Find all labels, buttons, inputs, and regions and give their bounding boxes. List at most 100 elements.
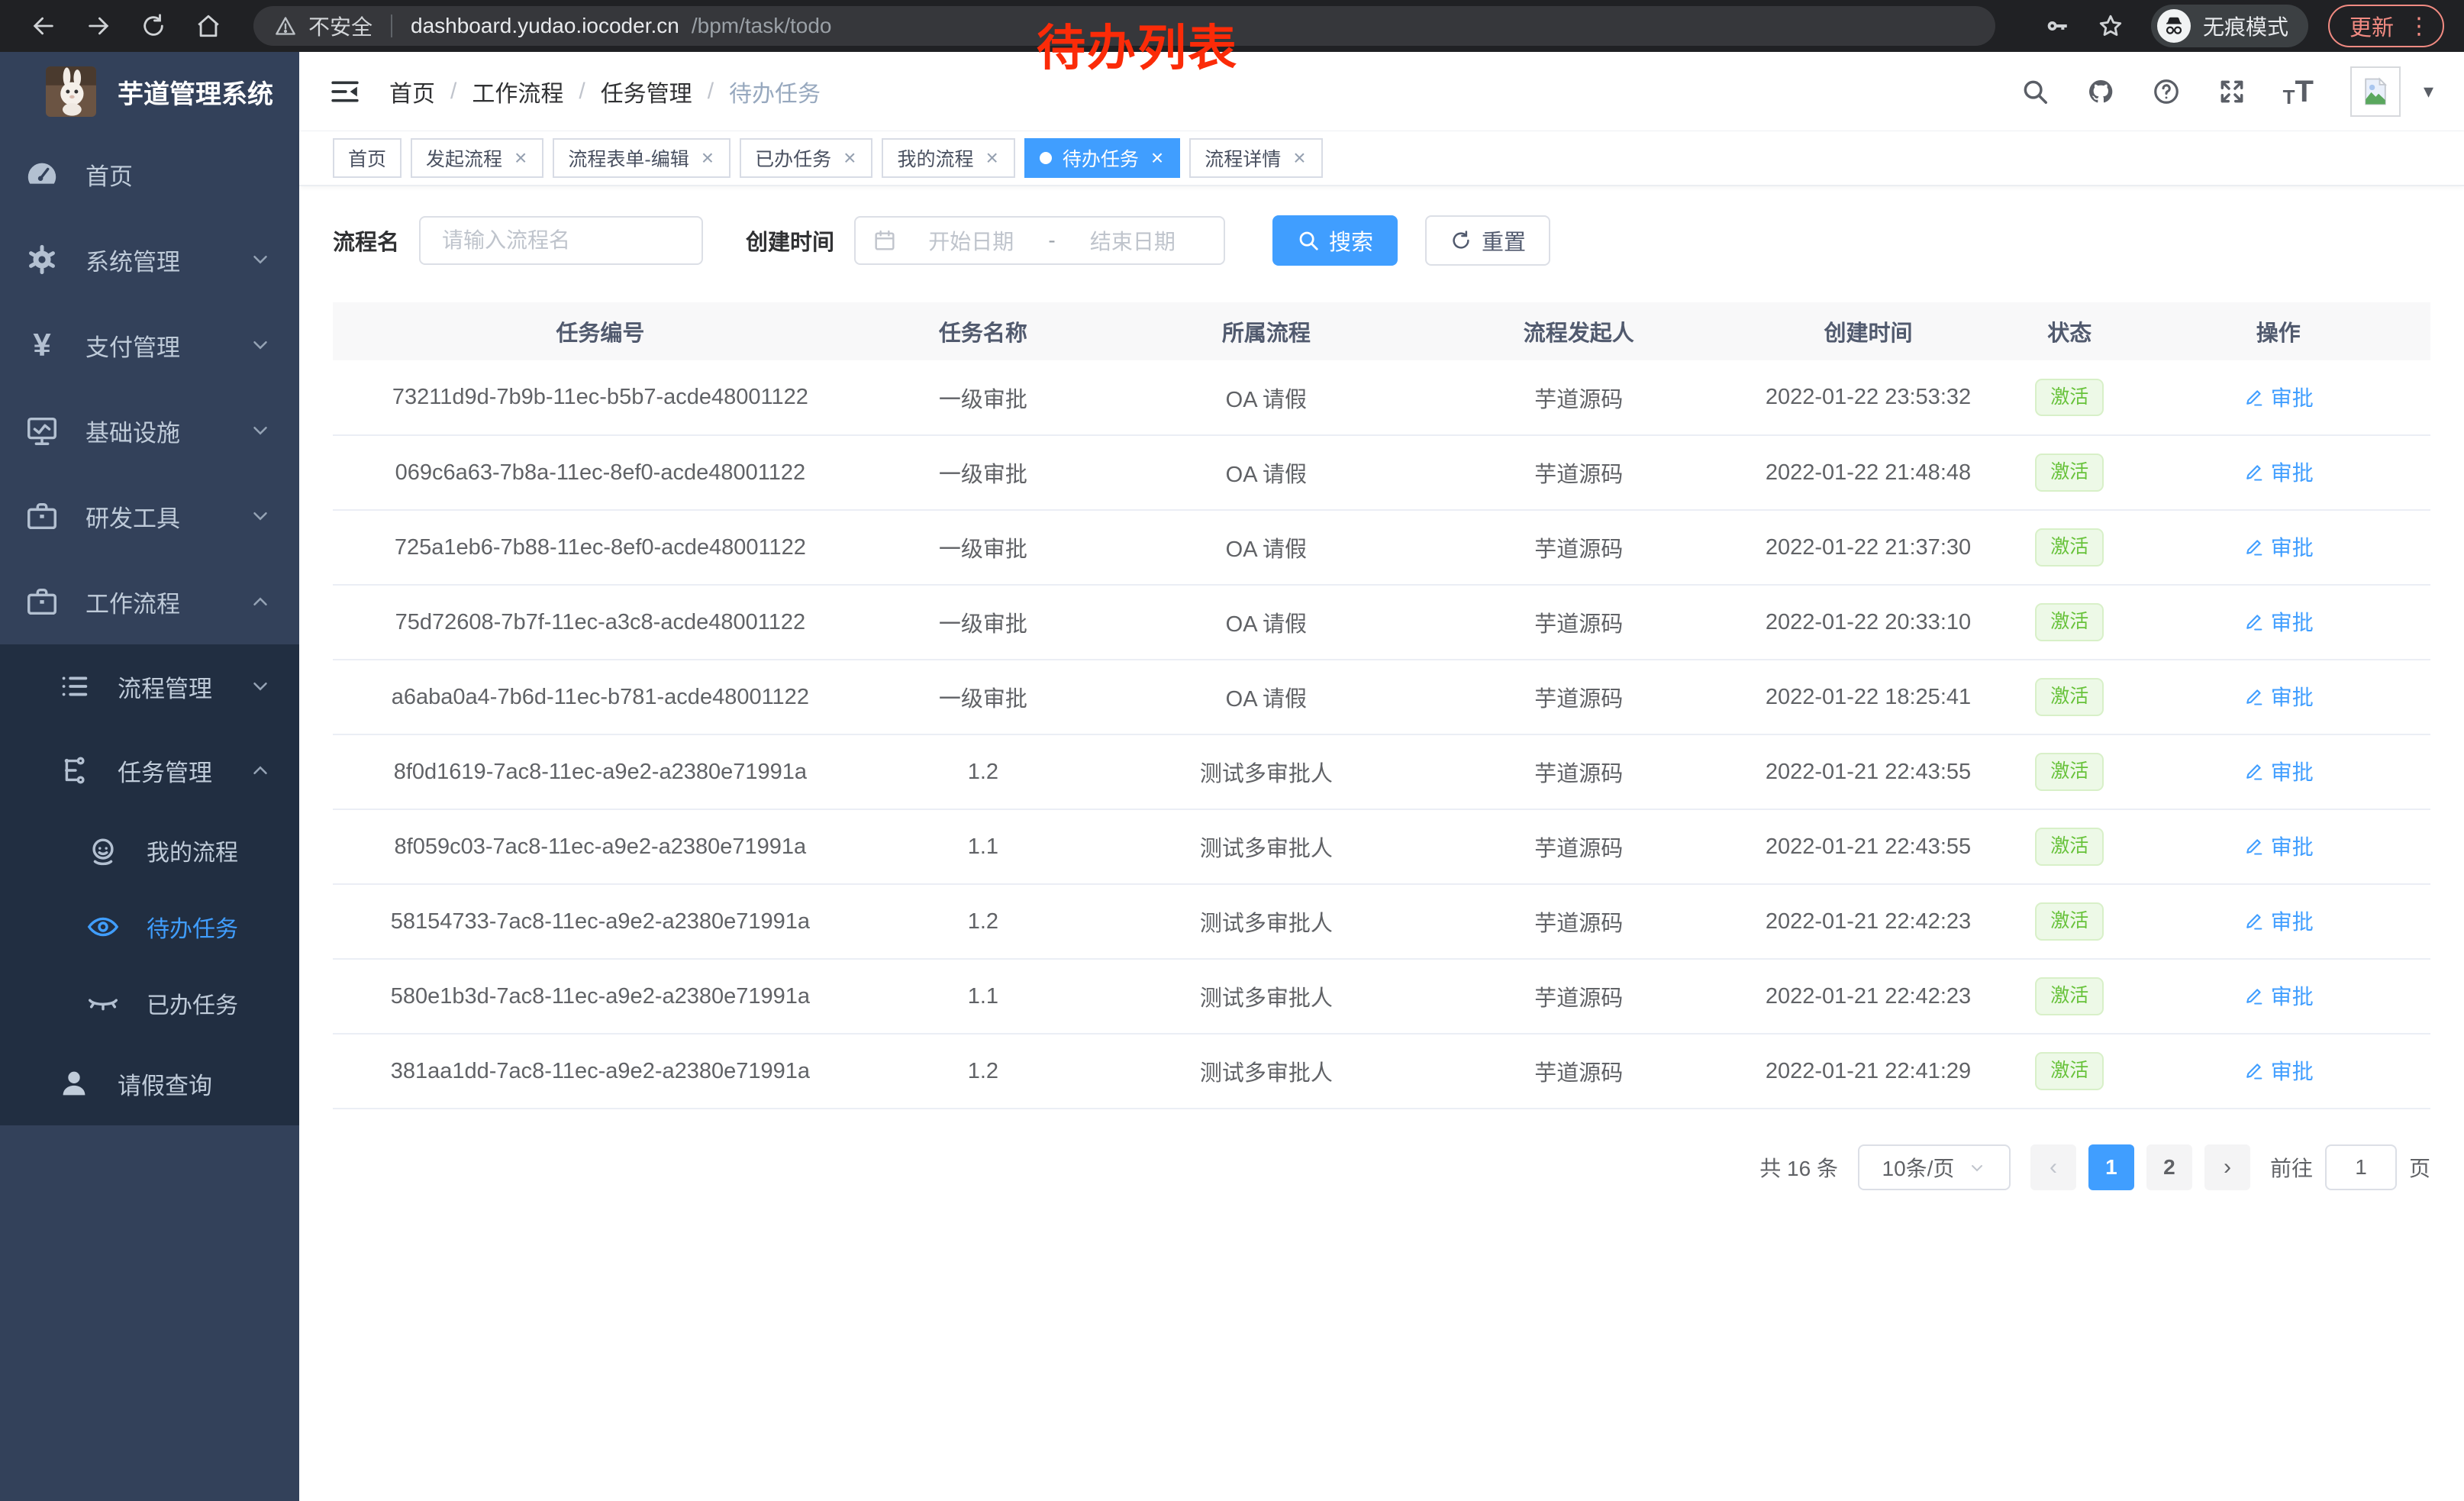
col-task-id: 任务编号 xyxy=(333,302,868,360)
status-badge: 激活 xyxy=(2035,977,2104,1015)
sidebar-item-home[interactable]: 首页 xyxy=(0,131,299,217)
chevron-up-icon xyxy=(249,590,272,613)
process-name-input[interactable] xyxy=(419,216,703,265)
security-label[interactable]: 不安全 xyxy=(308,11,373,41)
approve-link[interactable]: 审批 xyxy=(2243,531,2314,562)
date-range-input[interactable]: 开始日期 - 结束日期 xyxy=(854,216,1225,265)
breadcrumb-home[interactable]: 首页 xyxy=(389,75,435,108)
status-badge: 激活 xyxy=(2035,528,2104,567)
close-icon[interactable]: × xyxy=(984,147,999,169)
page-size-select[interactable]: 10条/页 xyxy=(1858,1144,2011,1190)
sidebar-item-system[interactable]: 系统管理 xyxy=(0,217,299,302)
col-starter: 流程发起人 xyxy=(1434,302,1724,360)
close-icon[interactable]: × xyxy=(842,147,857,169)
reset-button[interactable]: 重置 xyxy=(1425,215,1550,266)
help-icon[interactable] xyxy=(2152,77,2181,106)
caret-down-icon[interactable]: ▾ xyxy=(2424,79,2433,103)
approve-link[interactable]: 审批 xyxy=(2243,980,2314,1011)
sidebar-item-todo-tasks[interactable]: 待办任务 xyxy=(0,889,299,965)
sidebar-item-workflow[interactable]: 工作流程 xyxy=(0,559,299,644)
jump-suffix: 页 xyxy=(2409,1152,2430,1183)
back-icon[interactable] xyxy=(31,13,56,39)
reload-icon[interactable] xyxy=(140,13,166,39)
github-icon[interactable] xyxy=(2086,77,2115,106)
navbar-actions: TT ▾ xyxy=(2021,66,2433,117)
browser-menu-icon[interactable]: ⋮ xyxy=(2408,13,2430,40)
search-button[interactable]: 搜索 xyxy=(1272,215,1398,266)
search-icon[interactable] xyxy=(2021,77,2050,106)
close-icon[interactable]: × xyxy=(1150,147,1165,169)
workflow-submenu: 流程管理 任务管理 我的流程 待办任务 xyxy=(0,644,299,1125)
breadcrumb-workflow[interactable]: 工作流程 xyxy=(472,75,563,108)
col-status: 状态 xyxy=(2013,302,2126,360)
tag-todo-tasks[interactable]: 待办任务 × xyxy=(1024,138,1180,178)
tag-done-tasks[interactable]: 已办任务 × xyxy=(740,138,872,178)
sidebar-item-infrastructure[interactable]: 基础设施 xyxy=(0,388,299,473)
app-title: 芋道管理系统 xyxy=(118,73,273,111)
update-button[interactable]: 更新 ⋮ xyxy=(2328,5,2444,47)
approve-link[interactable]: 审批 xyxy=(2243,606,2314,637)
chevron-down-icon xyxy=(249,334,272,357)
eye-icon xyxy=(85,909,121,944)
tasks-table: 任务编号 任务名称 所属流程 流程发起人 创建时间 状态 操作 73211d9d… xyxy=(333,302,2430,1109)
sidebar-item-leave-query[interactable]: 请假查询 xyxy=(0,1041,299,1125)
sidebar-item-process-management[interactable]: 流程管理 xyxy=(0,644,299,728)
gear-icon xyxy=(24,242,60,277)
tag-start-process[interactable]: 发起流程 × xyxy=(411,138,543,178)
close-icon[interactable]: × xyxy=(1292,147,1307,169)
sidebar-item-task-management[interactable]: 任务管理 xyxy=(0,728,299,812)
key-icon[interactable] xyxy=(2044,13,2070,39)
approve-link[interactable]: 审批 xyxy=(2243,905,2314,936)
briefcase-icon xyxy=(24,499,60,534)
approve-link[interactable]: 审批 xyxy=(2243,1055,2314,1086)
approve-link[interactable]: 审批 xyxy=(2243,756,2314,786)
page-button-1[interactable]: 1 xyxy=(2088,1144,2134,1190)
sidebar-collapse-icon[interactable] xyxy=(330,76,360,107)
tag-my-process[interactable]: 我的流程 × xyxy=(882,138,1014,178)
next-page-button[interactable]: › xyxy=(2204,1144,2250,1190)
sidebar-item-done-tasks[interactable]: 已办任务 xyxy=(0,965,299,1041)
sidebar-item-my-process[interactable]: 我的流程 xyxy=(0,812,299,889)
approve-link[interactable]: 审批 xyxy=(2243,831,2314,861)
tags-view-bar: 首页 发起流程 × 流程表单-编辑 × 已办任务 × 我的流程 × xyxy=(299,131,2464,186)
table-row: 58154733-7ac8-11ec-a9e2-a2380e71991a 1.2… xyxy=(333,884,2430,959)
table-row: 75d72608-7b7f-11ec-a3c8-acde48001122 一级审… xyxy=(333,585,2430,660)
page-content: 流程名 创建时间 开始日期 - 结束日期 搜索 重 xyxy=(299,186,2464,1221)
close-icon[interactable]: × xyxy=(513,147,528,169)
status-badge: 激活 xyxy=(2035,828,2104,866)
date-separator: - xyxy=(1045,228,1058,253)
forward-icon[interactable] xyxy=(85,13,111,39)
approve-link[interactable]: 审批 xyxy=(2243,457,2314,487)
table-header-row: 任务编号 任务名称 所属流程 流程发起人 创建时间 状态 操作 xyxy=(333,302,2430,360)
bookmark-star-icon[interactable] xyxy=(2098,13,2124,39)
prev-page-button[interactable]: ‹ xyxy=(2030,1144,2076,1190)
sidebar-item-payment[interactable]: ¥ 支付管理 xyxy=(0,302,299,388)
jump-page-input[interactable] xyxy=(2325,1144,2397,1190)
status-badge: 激活 xyxy=(2035,454,2104,492)
approve-link[interactable]: 审批 xyxy=(2243,681,2314,712)
tag-process-detail[interactable]: 流程详情 × xyxy=(1189,138,1322,178)
avatar[interactable] xyxy=(2350,66,2401,117)
close-icon[interactable]: × xyxy=(700,147,715,169)
fullscreen-icon[interactable] xyxy=(2217,77,2246,106)
sidebar-item-dev-tools[interactable]: 研发工具 xyxy=(0,473,299,559)
list-icon xyxy=(56,669,92,704)
breadcrumb-task-management[interactable]: 任务管理 xyxy=(601,75,692,108)
table-row: 725a1eb6-7b88-11ec-8ef0-acde48001122 一级审… xyxy=(333,510,2430,585)
col-create-time: 创建时间 xyxy=(1724,302,2013,360)
incognito-badge: 无痕模式 xyxy=(2151,5,2308,47)
status-badge: 激活 xyxy=(2035,1052,2104,1090)
tag-home[interactable]: 首页 xyxy=(333,138,402,178)
main-area: 首页 / 工作流程 / 任务管理 / 待办任务 TT ▾ xyxy=(299,52,2464,1501)
tag-process-form-edit[interactable]: 流程表单-编辑 × xyxy=(553,138,730,178)
status-badge: 激活 xyxy=(2035,678,2104,716)
status-badge: 激活 xyxy=(2035,902,2104,941)
table-row: 580e1b3d-7ac8-11ec-a9e2-a2380e71991a 1.1… xyxy=(333,959,2430,1034)
url-host[interactable]: dashboard.yudao.iocoder.cn xyxy=(411,14,679,38)
font-size-icon[interactable]: TT xyxy=(2283,76,2314,107)
url-path[interactable]: /bpm/task/todo xyxy=(692,14,832,38)
approve-link[interactable]: 审批 xyxy=(2243,382,2314,412)
page-button-2[interactable]: 2 xyxy=(2146,1144,2192,1190)
home-icon[interactable] xyxy=(195,13,221,39)
logo-row[interactable]: 芋道管理系统 xyxy=(0,52,299,131)
